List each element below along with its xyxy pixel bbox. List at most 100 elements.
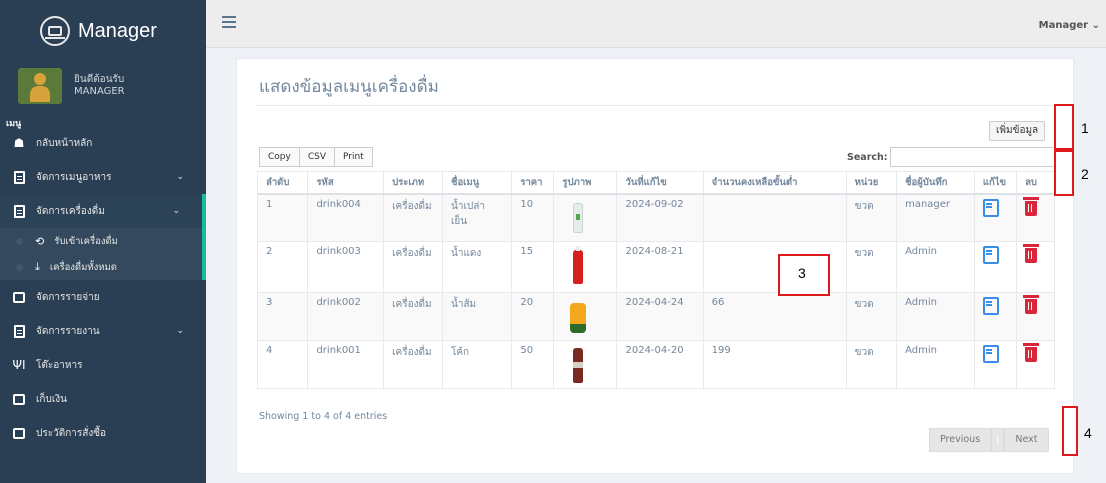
cell-image xyxy=(553,193,618,242)
content-panel: แสดงข้อมูลเมนูเครื่องดื่ม เพิ่มข้อมูล Co… xyxy=(236,58,1074,474)
chevron-down-icon: ⌄ xyxy=(176,172,184,182)
cell-date: 2024-08-21 xyxy=(616,240,704,293)
trash-icon[interactable] xyxy=(1023,294,1040,314)
submenu-item-all-drinks[interactable]: ⤓ เครื่องดื่มทั้งหมด xyxy=(0,254,202,280)
money-icon xyxy=(12,426,26,440)
cell-edit xyxy=(973,240,1018,293)
money-icon xyxy=(12,392,26,406)
trash-icon[interactable] xyxy=(1023,196,1040,216)
annotation-box-4 xyxy=(1062,406,1078,456)
search-input[interactable] xyxy=(889,147,1060,167)
column-header[interactable]: ลำดับ xyxy=(256,171,309,195)
sidebar-item-label: เก็บเงิน xyxy=(36,393,67,405)
copy-button[interactable]: Copy xyxy=(259,147,300,167)
cola-bottle-image xyxy=(564,345,592,383)
cell-date: 2024-04-24 xyxy=(616,291,704,341)
cell-no: 4 xyxy=(256,339,309,389)
sidebar-item-label: ประวัติการสั่งซื้อ xyxy=(36,427,107,439)
table-row: 4 drink001 เครื่องดื่ม โค้ก 50 2024-04-2… xyxy=(256,339,1055,389)
column-header[interactable]: ชื่อผู้บันทึก xyxy=(896,171,975,195)
sidebar-item-tables[interactable]: ΨΙ โต๊ะอาหาร xyxy=(0,348,206,382)
page-title: แสดงข้อมูลเมนูเครื่องดื่ม xyxy=(259,77,439,97)
cell-image xyxy=(553,339,618,389)
top-navbar: Manager ⌄ xyxy=(206,0,1106,48)
annotation-label-3: 3 xyxy=(798,265,806,281)
cell-edit xyxy=(973,193,1018,242)
column-header[interactable]: ชื่อเมนู xyxy=(441,171,513,195)
cell-min-stock: 199 xyxy=(702,339,847,389)
sidebar-item-drinks[interactable]: จัดการเครื่องดื่ม ⌄ xyxy=(0,194,206,228)
menu-toggle-icon[interactable] xyxy=(222,16,236,31)
cell-code: drink004 xyxy=(307,193,385,242)
profile-name: MANAGER xyxy=(74,86,125,97)
table-row: 2 drink003 เครื่องดื่ม น้ำแดง 15 2024-08… xyxy=(256,240,1055,293)
edit-icon[interactable] xyxy=(982,296,999,315)
csv-button[interactable]: CSV xyxy=(298,147,335,167)
cell-recorder: Admin xyxy=(896,240,975,293)
cell-name: โค้ก xyxy=(441,339,513,389)
document-icon xyxy=(12,324,26,338)
sidebar-item-label: จัดการเมนูอาหาร xyxy=(36,171,112,183)
next-button[interactable]: Next xyxy=(1004,428,1049,452)
search-label: Search: xyxy=(847,151,888,163)
export-buttons: Copy CSV Print xyxy=(259,147,373,167)
print-button[interactable]: Print xyxy=(334,147,373,167)
water-bottle-image xyxy=(564,199,592,237)
cell-type: เครื่องดื่ม xyxy=(383,193,443,242)
column-header[interactable]: รูปภาพ xyxy=(553,171,618,195)
document-icon xyxy=(12,170,26,184)
submenu-item-receive-drinks[interactable]: ⟲ รับเข้าเครื่องดื่ม xyxy=(0,228,202,254)
cell-delete xyxy=(1016,339,1055,389)
sidebar-item-checkout[interactable]: เก็บเงิน xyxy=(0,382,206,416)
sidebar-item-reports[interactable]: จัดการรายงาน ⌄ xyxy=(0,314,206,348)
column-header[interactable]: ลบ xyxy=(1016,171,1055,195)
cell-delete xyxy=(1016,193,1055,242)
cell-min-stock xyxy=(702,193,847,242)
annotation-label-4: 4 xyxy=(1084,425,1092,441)
add-data-button[interactable]: เพิ่มข้อมูล xyxy=(989,121,1046,141)
column-header[interactable]: หน่วย xyxy=(845,171,898,195)
brand[interactable]: Manager xyxy=(0,0,206,62)
annotation-box-1 xyxy=(1054,104,1074,150)
sidebar-item-label: จัดการรายจ่าย xyxy=(36,291,100,303)
sidebar-item-order-history[interactable]: ประวัติการสั่งซื้อ xyxy=(0,416,206,450)
cell-delete xyxy=(1016,240,1055,293)
sidebar-item-expenses[interactable]: จัดการรายจ่าย xyxy=(0,280,206,314)
cell-unit: ขวด xyxy=(845,240,898,293)
cell-price: 20 xyxy=(511,291,555,341)
trash-icon[interactable] xyxy=(1023,342,1040,362)
column-header[interactable]: ประเภท xyxy=(383,171,443,195)
sidebar-item-label: จัดการรายงาน xyxy=(36,325,100,337)
table-info: Showing 1 to 4 of 4 entries xyxy=(259,411,388,422)
column-header[interactable]: รหัส xyxy=(307,171,385,195)
cell-name: น้ำแดง xyxy=(441,240,513,293)
table-header-row: ลำดับ รหัส ประเภท ชื่อเมนู ราคา รูปภาพ ว… xyxy=(256,171,1055,195)
cell-delete xyxy=(1016,291,1055,341)
cell-code: drink001 xyxy=(307,339,385,389)
cell-recorder: Admin xyxy=(896,339,975,389)
column-header[interactable]: ราคา xyxy=(511,171,555,195)
cell-no: 3 xyxy=(256,291,309,341)
user-menu-label: Manager xyxy=(1038,20,1089,31)
column-header[interactable]: วันที่แก้ไข xyxy=(616,171,704,195)
app-title: Manager xyxy=(78,19,157,42)
cell-price: 15 xyxy=(511,240,555,293)
column-header[interactable]: แก้ไข xyxy=(973,171,1018,195)
trash-icon[interactable] xyxy=(1023,243,1040,263)
previous-button[interactable]: Previous xyxy=(929,428,992,452)
cell-recorder: Admin xyxy=(896,291,975,341)
user-menu[interactable]: Manager ⌄ xyxy=(1039,20,1100,31)
cell-type: เครื่องดื่ม xyxy=(383,291,443,341)
sidebar-item-food-menu[interactable]: จัดการเมนูอาหาร ⌄ xyxy=(0,160,206,194)
column-header[interactable]: จำนวนคงเหลือขั้นต่ำ xyxy=(702,171,847,195)
home-icon: ☗ xyxy=(13,136,25,150)
edit-icon[interactable] xyxy=(982,245,999,264)
red-soda-bottle-image xyxy=(564,245,592,284)
sidebar: Manager ยินดีต้อนรับ MANAGER เมนู ☗ กลับ… xyxy=(0,0,206,483)
edit-icon[interactable] xyxy=(982,344,999,363)
edit-icon[interactable] xyxy=(982,198,999,217)
welcome-text: ยินดีต้อนรับ xyxy=(74,74,125,85)
cell-type: เครื่องดื่ม xyxy=(383,240,443,293)
sidebar-item-home[interactable]: ☗ กลับหน้าหลัก xyxy=(0,126,206,160)
annotation-label-2: 2 xyxy=(1081,166,1089,182)
